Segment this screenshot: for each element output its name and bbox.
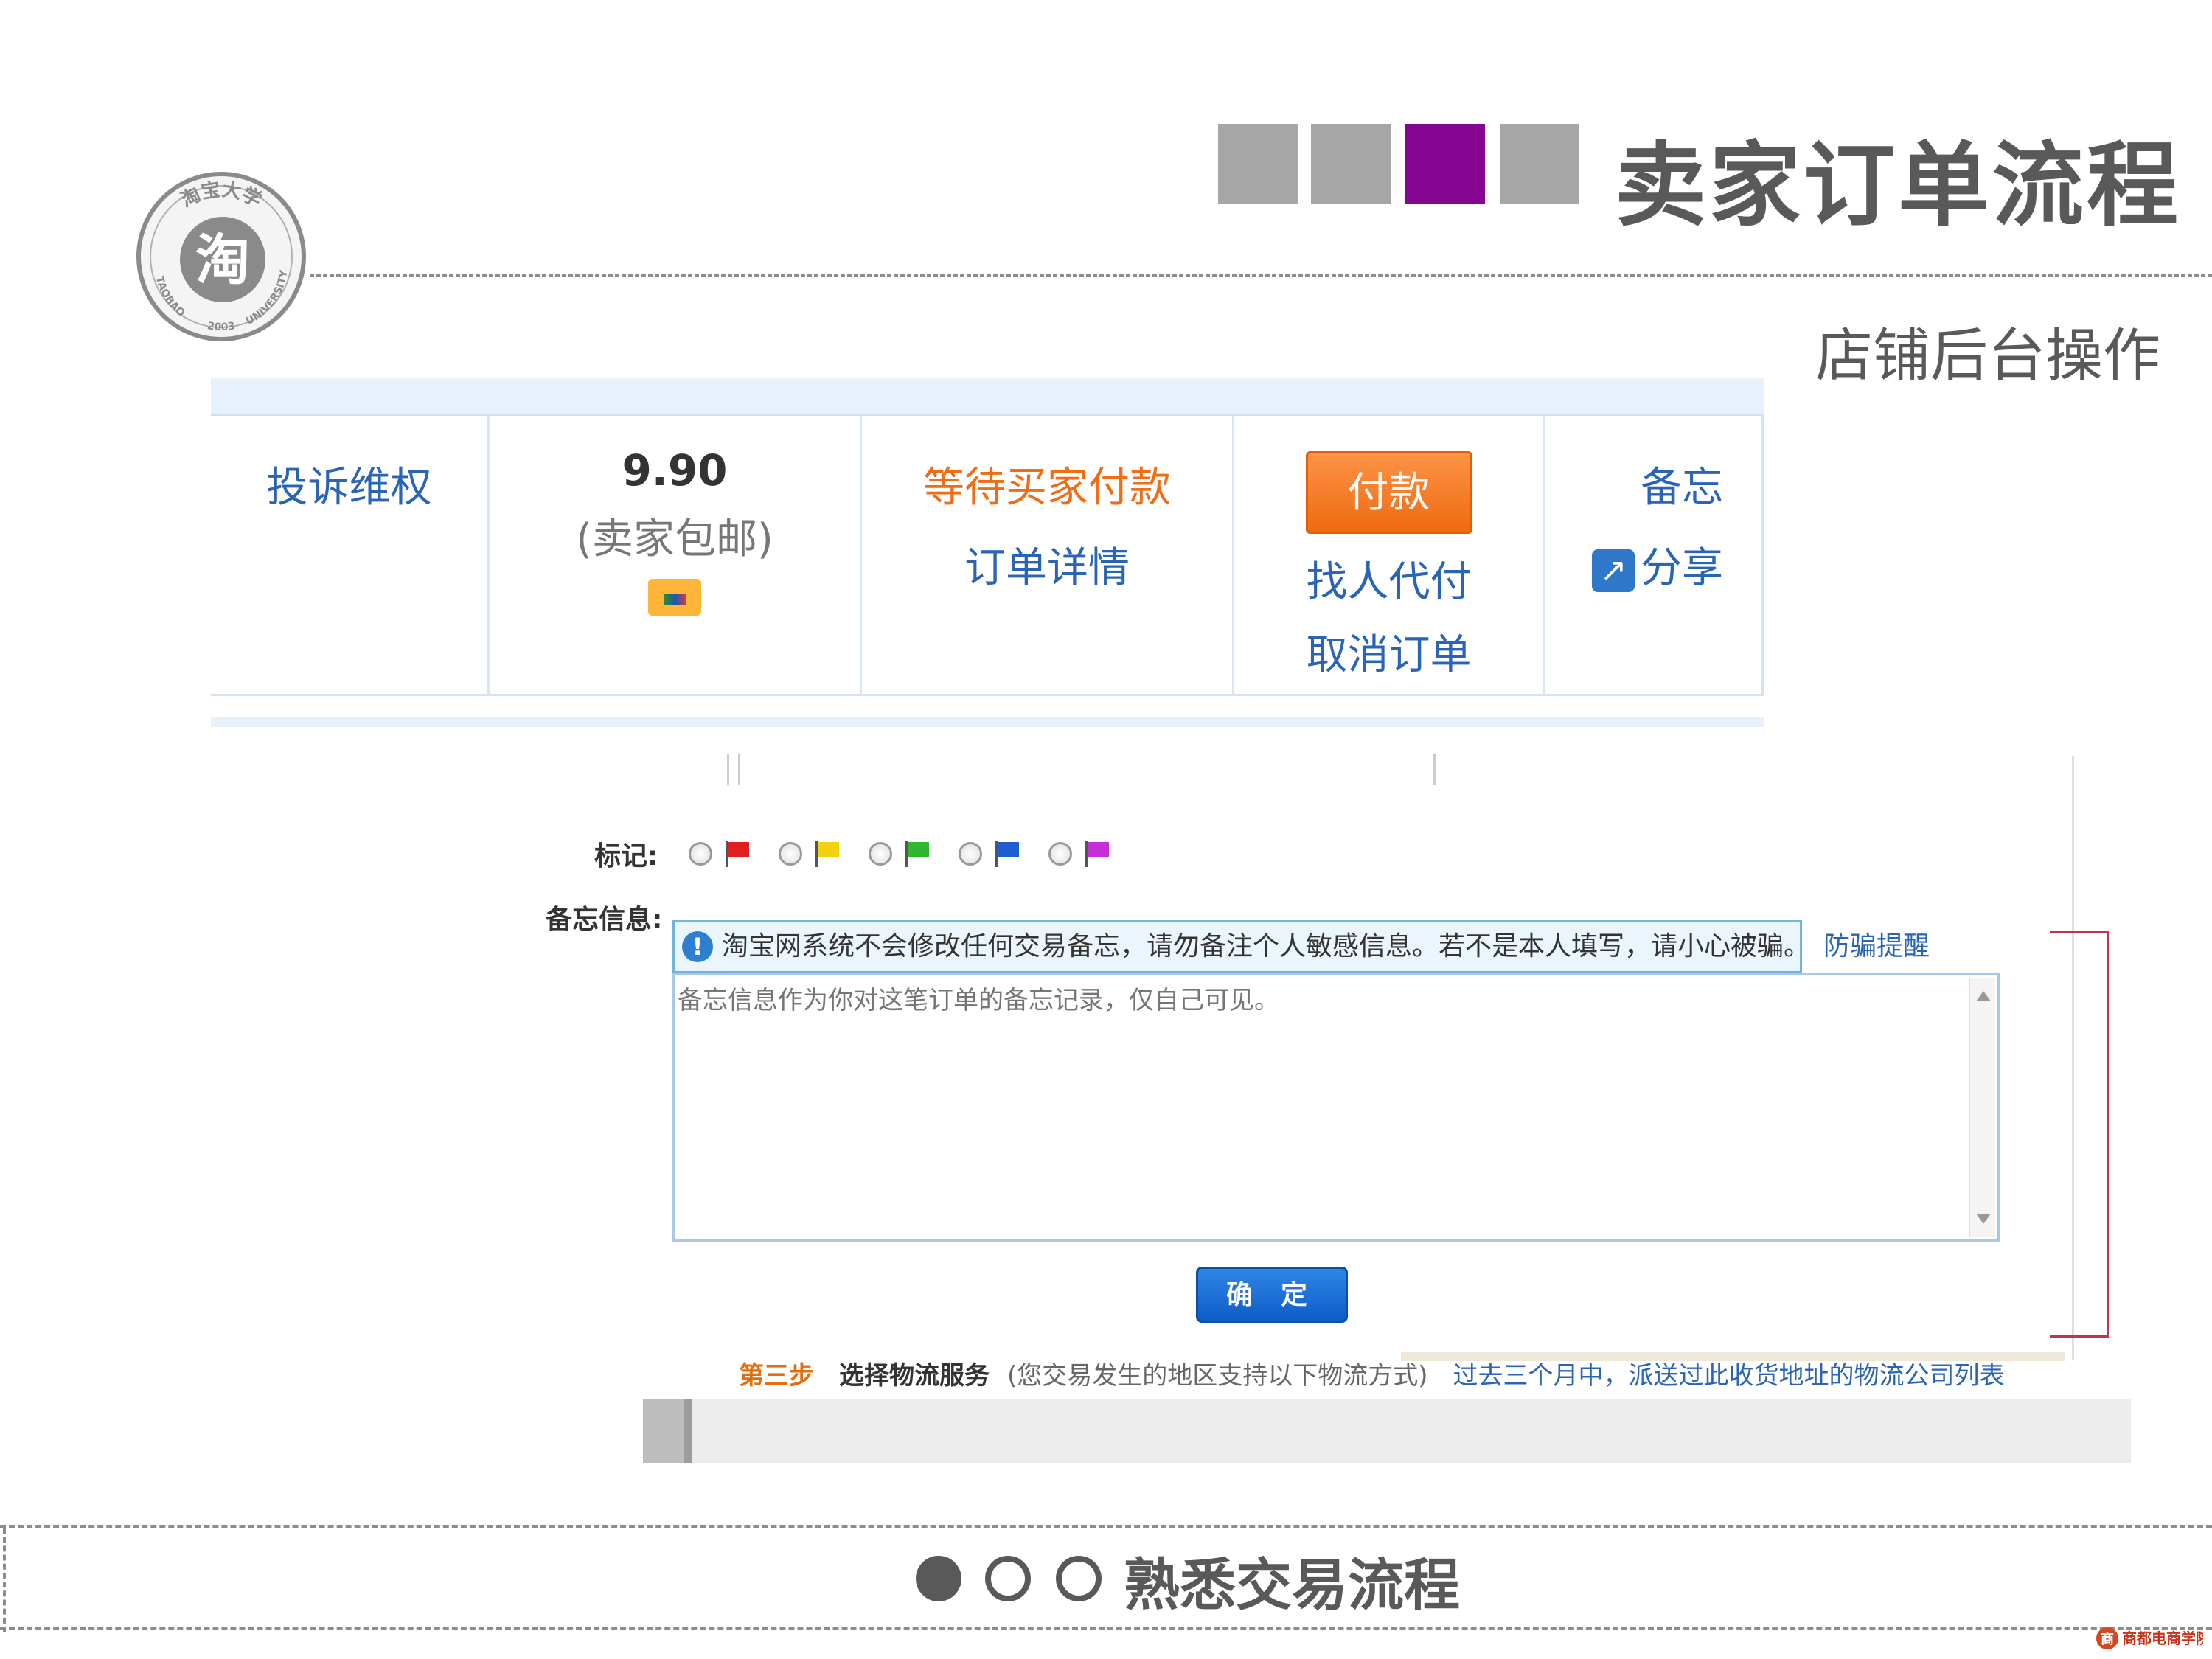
order-price: 9.90 [622, 445, 728, 495]
header-square-4 [1500, 124, 1579, 204]
mark-label: 标记: [594, 841, 658, 872]
flag-radio-red[interactable] [689, 842, 712, 866]
memo-textarea[interactable] [672, 973, 2000, 1242]
payment-card-icon[interactable] [648, 579, 701, 616]
pay-button[interactable]: 付款 [1305, 451, 1472, 534]
confirm-button[interactable]: 确 定 [1196, 1267, 1348, 1323]
blue-flag-icon [995, 841, 1020, 867]
header-square-active [1405, 124, 1485, 204]
red-flag-icon [726, 841, 751, 867]
order-cell-service: 投诉维权 [211, 416, 490, 696]
header-square-2 [1311, 124, 1391, 204]
proxy-pay-link[interactable]: 找人代付 [1234, 549, 1543, 608]
svg-text:商: 商 [2101, 1631, 2114, 1647]
cancel-order-link[interactable]: 取消订单 [1234, 622, 1543, 681]
page-subtitle: 店铺后台操作 [1815, 323, 2160, 389]
background-scroll-bar [643, 1399, 2131, 1463]
order-header-strip [211, 378, 1764, 416]
notice-text: 淘宝网系统不会修改任何交易备忘，请勿备注个人敏感信息。若不是本人填写，请小心被骗… [722, 931, 1811, 961]
complaint-link[interactable]: 投诉维权 [211, 454, 487, 514]
footer-frame [0, 1525, 2212, 1632]
share-icon: ↗ [1592, 549, 1635, 592]
step-note: (您交易发生的地区支持以下物流方式) [1007, 1361, 1428, 1391]
footer-title: 熟悉交易流程 [1124, 1552, 1460, 1618]
flag-radio-blue[interactable] [959, 842, 982, 866]
header-square-1 [1218, 124, 1298, 204]
order-row: 投诉维权 9.90 (卖家包邮) 等待买家付款 订单详情 付款 找人代付 取消订… [211, 416, 1764, 696]
taobao-university-seal-logo: 淘 淘宝大学 TAOBAO 2003 UNIVERSITY [136, 172, 306, 341]
order-detail-link[interactable]: 订单详情 [862, 535, 1232, 594]
header-divider [310, 274, 2212, 276]
progress-dot-empty-icon-2 [1056, 1556, 1102, 1601]
order-cell-status: 等待买家付款 订单详情 [862, 416, 1234, 696]
logistics-step-line: 第三步 选择物流服务 (您交易发生的地区支持以下物流方式) 过去三个月中，派送过此收货… [739, 1355, 2005, 1391]
step-title: 选择物流服务 [839, 1361, 990, 1391]
order-status: 等待买家付款 [923, 464, 1171, 512]
info-icon: ! [682, 931, 713, 962]
brand-text: 商都电商学院 [2122, 1630, 2203, 1647]
page-title: 卖家订单流程 [1615, 133, 2182, 239]
anti-fraud-link[interactable]: 防骗提醒 [1823, 931, 1930, 961]
flag-radio-green[interactable] [869, 842, 892, 866]
dialog-divider-left [727, 754, 740, 785]
share-link[interactable]: ↗ 分享 [1545, 535, 1723, 594]
brand-logo: 商 商都电商学院 [2096, 1627, 2203, 1649]
dialog-divider-right [1433, 754, 1436, 785]
scroll-down-icon[interactable] [1976, 1214, 1991, 1224]
order-footer-strip [211, 717, 1764, 727]
green-flag-icon [905, 841, 931, 867]
anti-fraud-notice: ! 淘宝网系统不会修改任何交易备忘，请勿备注个人敏感信息。若不是本人填写，请小心… [672, 920, 1930, 973]
scroll-up-icon[interactable] [1976, 991, 1991, 1001]
flag-radio-yellow[interactable] [779, 842, 802, 866]
memo-label: 备忘信息: [546, 905, 663, 935]
step-label: 第三步 [739, 1361, 814, 1391]
flag-options [689, 841, 1138, 867]
shipping-note: (卖家包邮) [576, 515, 773, 563]
order-cell-price: 9.90 (卖家包邮) [490, 416, 862, 696]
seal-center-text: 淘 [195, 229, 250, 292]
background-highlight-box [2050, 931, 2109, 1338]
svg-text:2003: 2003 [206, 320, 236, 333]
share-link-label: 分享 [1641, 544, 1723, 592]
seal-year-text: 2003 [206, 320, 236, 333]
yellow-flag-icon [815, 841, 841, 867]
purple-flag-icon [1085, 841, 1110, 867]
order-cell-more: 备忘 ↗ 分享 [1545, 416, 1764, 696]
progress-dot-filled-icon [916, 1556, 961, 1601]
order-cell-actions: 付款 找人代付 取消订单 [1234, 416, 1545, 696]
logistics-history-link[interactable]: 过去三个月中，派送过此收货地址的物流公司列表 [1453, 1361, 2005, 1391]
progress-dot-empty-icon [985, 1556, 1031, 1601]
memo-scrollbar[interactable] [1969, 978, 1995, 1237]
memo-link[interactable]: 备忘 [1545, 454, 1723, 514]
flag-radio-purple[interactable] [1048, 842, 1072, 866]
